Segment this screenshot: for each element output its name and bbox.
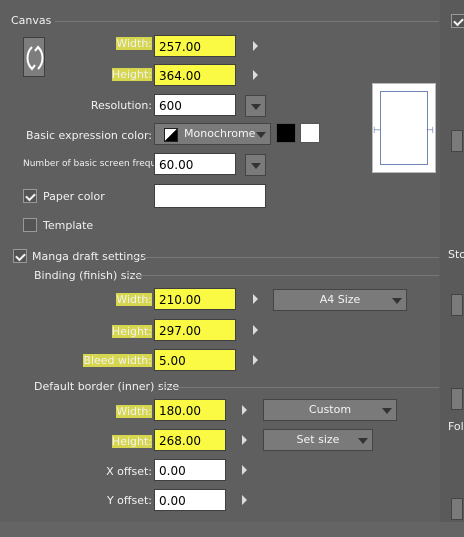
right-marker-icon: ⊣ [426,126,434,136]
canvas-height-input[interactable]: 364.00 [154,64,236,86]
black-color-swatch[interactable] [276,123,296,143]
canvas-height-spinner-icon[interactable] [253,70,258,80]
border-height-spinner-icon[interactable] [242,435,247,445]
binding-size-label: Binding (finish) size [34,269,143,282]
new-canvas-panel: Canvas Width: 257.00 Height: 364.00 Reso… [0,0,441,523]
basic-expression-color-value: Monochrome [184,127,256,140]
paper-color-label: Paper color [43,190,105,203]
canvas-width-spinner-icon[interactable] [253,41,258,51]
manga-divider [133,257,439,258]
custom-dropdown[interactable]: Custom [263,399,397,421]
rotate-canvas-icon [26,45,44,71]
y-offset-label: Y offset: [106,494,152,507]
screen-frequency-input[interactable]: 60.00 [154,153,236,175]
a4-size-label: A4 Size [319,293,361,306]
right-sidebar: Sto Fol [440,0,464,537]
paper-color-checkbox[interactable] [23,189,37,203]
dropdown-arrow-icon [256,132,266,138]
bottom-strip [0,522,464,537]
manga-draft-settings-label: Manga draft settings [32,250,147,263]
x-offset-label: X offset: [106,465,152,478]
resolution-label: Resolution: [90,99,152,112]
fol-label: Fol [448,420,464,433]
dropdown-arrow-icon [251,104,261,110]
height-label: Height: [111,68,152,81]
set-size-label: Set size [296,433,340,446]
paper-color-swatch[interactable] [154,184,266,208]
right-panel-button-4[interactable] [451,498,463,520]
dropdown-arrow-icon [358,438,368,444]
left-marker-icon: ⊢ [373,126,381,136]
a4-size-dropdown[interactable]: A4 Size [273,289,407,311]
y-offset-spinner-icon[interactable] [242,495,247,505]
white-color-swatch[interactable] [300,123,320,143]
canvas-width-input[interactable]: 257.00 [154,35,236,57]
canvas-divider [55,21,439,22]
binding-divider [127,275,439,276]
basic-expression-color-dropdown[interactable]: Monochrome [154,123,271,145]
canvas-preview-inner [380,91,428,165]
sto-label: Sto [448,248,464,261]
border-width-input[interactable]: 180.00 [154,399,226,421]
bleed-width-input[interactable]: 5.00 [154,349,236,371]
x-offset-input[interactable]: 0.00 [154,459,226,481]
dropdown-arrow-icon [382,408,392,414]
border-height-label: Height: [111,435,152,448]
binding-height-input[interactable]: 297.00 [154,319,236,341]
right-checkbox[interactable] [451,14,464,28]
checkbox-checked-icon [453,15,464,27]
monochrome-icon [164,128,178,142]
binding-width-input[interactable]: 210.00 [154,288,236,310]
checkbox-checked-icon [15,250,26,262]
basic-expression-color-label: Basic expression color: [25,129,152,142]
template-label: Template [43,219,94,232]
binding-width-spinner-icon[interactable] [253,294,258,304]
screen-frequency-label: Number of basic screen frequency: [23,159,181,169]
manga-draft-checkbox[interactable] [13,249,27,263]
width-label: Width: [116,37,152,50]
y-offset-input[interactable]: 0.00 [154,489,226,511]
checkbox-checked-icon [25,190,36,202]
bleed-width-spinner-icon[interactable] [253,355,258,365]
default-border-label: Default border (inner) size [34,380,180,393]
x-offset-spinner-icon[interactable] [242,465,247,475]
rotate-canvas-button[interactable] [23,37,45,77]
set-size-dropdown[interactable]: Set size [263,429,373,451]
binding-height-label: Height: [111,325,152,338]
dropdown-arrow-icon [392,298,402,304]
border-width-label: Width: [116,405,152,418]
custom-label: Custom [308,403,352,416]
dropdown-arrow-icon [251,163,261,169]
right-panel-button-1[interactable] [451,130,463,152]
border-height-input[interactable]: 268.00 [154,429,226,451]
canvas-section-label: Canvas [11,14,52,27]
bleed-width-label: Bleed width: [83,354,152,367]
binding-width-label: Width: [116,293,152,306]
right-panel-button-3[interactable] [451,388,463,410]
binding-height-spinner-icon[interactable] [253,325,258,335]
right-panel-button-2[interactable] [451,294,463,316]
screen-frequency-dropdown-button[interactable] [245,154,266,176]
template-checkbox[interactable] [23,218,37,232]
resolution-dropdown-button[interactable] [245,95,266,117]
border-divider [159,387,439,388]
canvas-preview: ⊢ ⊣ [372,83,436,173]
resolution-input[interactable]: 600 [154,94,236,116]
border-width-spinner-icon[interactable] [242,405,247,415]
